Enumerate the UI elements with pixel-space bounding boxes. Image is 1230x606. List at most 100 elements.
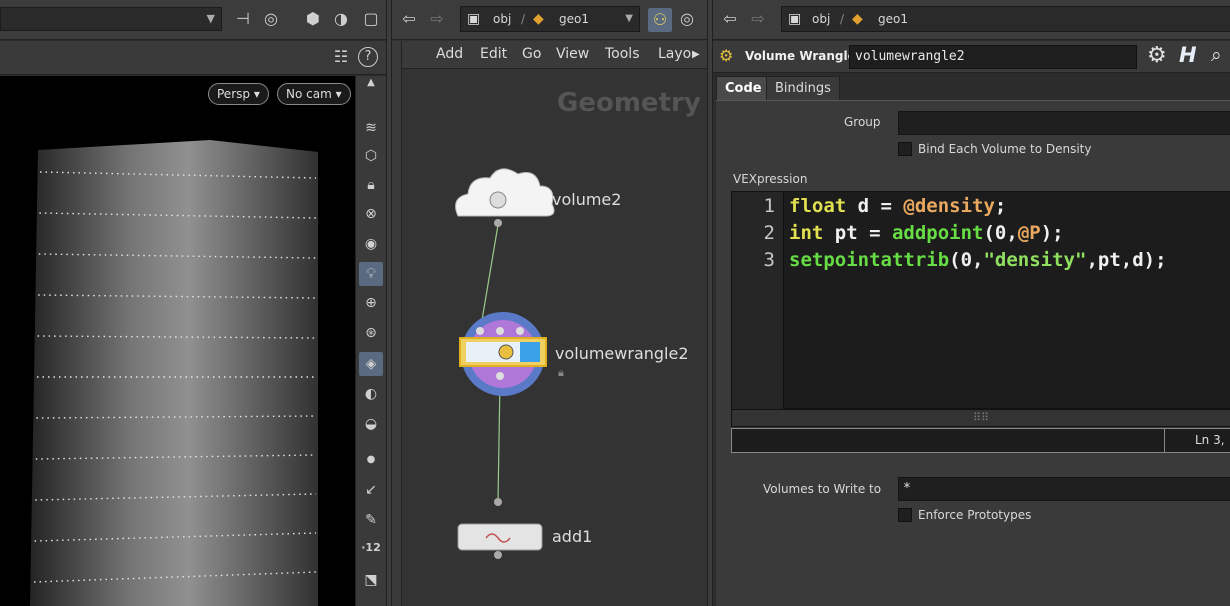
- template-icon[interactable]: ⬡: [359, 144, 383, 168]
- code-token: (0,: [949, 249, 984, 271]
- forward-arrow-icon[interactable]: ⇨: [747, 9, 769, 31]
- line-number: 3: [763, 249, 775, 271]
- search-icon[interactable]: ⌕: [1211, 44, 1222, 66]
- layers-icon[interactable]: ≋: [359, 116, 383, 140]
- node-label-volume2[interactable]: volume2: [552, 190, 621, 209]
- code-token: ,pt,d);: [1086, 249, 1167, 271]
- shade-icon[interactable]: ◉: [359, 232, 383, 256]
- camera-view-button[interactable]: Persp ▾: [208, 83, 269, 105]
- menu-tools[interactable]: Tools: [605, 46, 640, 62]
- node-label-add1[interactable]: add1: [552, 527, 592, 546]
- tab-code[interactable]: Code: [716, 76, 771, 100]
- code-line[interactable]: setpointattrib(0,"density",pt,d);: [789, 249, 1167, 271]
- parameter-body: Group Bind Each Volume to Density VEXpre…: [716, 100, 1230, 606]
- group-label: Group: [844, 115, 881, 129]
- menu-overflow-icon[interactable]: ▶: [692, 49, 700, 60]
- target-icon[interactable]: ◎: [676, 9, 698, 31]
- crumb-obj[interactable]: obj: [493, 7, 511, 31]
- group-input[interactable]: [898, 111, 1230, 135]
- code-line[interactable]: int pt = addpoint(0,@P);: [789, 222, 1064, 244]
- network-menubar: Add Edit Go View Tools Layo ▶: [392, 41, 707, 69]
- parameter-editor-pane: ⇦ ⇨ ▣ obj / ◆ geo1 ⚙ Volume Wrangle volu…: [713, 0, 1230, 606]
- menu-go[interactable]: Go: [522, 46, 541, 62]
- node-label-volumewrangle2[interactable]: volumewrangle2: [555, 344, 689, 363]
- crumb-obj[interactable]: obj: [812, 7, 830, 31]
- network-editor-pane: ⇦ ⇨ ▣ obj / ◆ geo1 ▼ ⚇ ◎ Add Edit Go Vie…: [392, 0, 707, 606]
- menu-view[interactable]: View: [556, 46, 589, 62]
- help-h-icon[interactable]: H: [1179, 43, 1197, 67]
- viewport-selector[interactable]: ▼: [0, 7, 222, 31]
- object-context-icon: ▣: [788, 11, 802, 27]
- node-type-label: Volume Wrangle: [745, 49, 856, 63]
- back-arrow-icon[interactable]: ⇦: [398, 9, 420, 31]
- network-path-breadcrumb[interactable]: ▣ obj / ◆ geo1 ▼: [460, 6, 640, 32]
- editor-status-bar: Ln 3,: [731, 428, 1230, 453]
- code-token: "density": [983, 249, 1087, 271]
- cube-icon[interactable]: ⬢: [302, 9, 324, 31]
- display-options-icon[interactable]: ▢: [360, 9, 382, 31]
- chevron-down-icon: ▼: [206, 12, 215, 25]
- volumes-write-label: Volumes to Write to: [763, 482, 882, 496]
- volumes-write-input[interactable]: *: [898, 477, 1230, 501]
- snap-icon[interactable]: ⚇: [648, 8, 672, 32]
- light-bulb-icon[interactable]: 💡︎: [359, 262, 383, 286]
- point-icon[interactable]: ●: [359, 448, 383, 472]
- node-add1[interactable]: [457, 498, 543, 559]
- code-token: @density: [903, 195, 995, 217]
- chevron-down-icon[interactable]: ▼: [625, 7, 633, 31]
- viewport-canvas[interactable]: Persp ▾ No cam ▾: [0, 76, 355, 606]
- menu-edit[interactable]: Edit: [480, 46, 507, 62]
- wrangle-node-icon: ⚙: [719, 46, 734, 65]
- gear-icon[interactable]: ⚙: [1147, 43, 1167, 68]
- node-volumewrangle2[interactable]: [459, 312, 547, 396]
- volume-render: [30, 140, 318, 606]
- brush-icon[interactable]: ↙: [359, 478, 383, 502]
- viewport-display-toolbar: ▲ ≋ ⬡ 🔒︎ ⊗ ◉ 💡︎ ⊕ ⊛ ◈ ◐ ◒ ● ↙ ✎ ·12 ⬔: [355, 76, 386, 606]
- wire-volumewrangle2-add1: [497, 377, 501, 503]
- bind-density-checkbox[interactable]: [898, 142, 912, 156]
- enforce-prototypes-checkbox[interactable]: [898, 508, 912, 522]
- parameter-path-breadcrumb[interactable]: ▣ obj / ◆ geo1: [781, 6, 1230, 32]
- light-link-icon[interactable]: ⊛: [359, 321, 383, 345]
- viewport-toolbar: ▼ ⊣ ◎ ⬢ ◑ ▢: [0, 0, 386, 40]
- pen-icon[interactable]: ✎: [359, 508, 383, 532]
- lock-icon[interactable]: 🔒︎: [359, 173, 383, 197]
- camera-select-button[interactable]: No cam ▾: [277, 83, 351, 105]
- code-token: @P: [1017, 222, 1041, 244]
- eye-play-icon[interactable]: ◒: [359, 412, 383, 436]
- vexpression-label: VEXpression: [733, 172, 808, 186]
- tab-bindings[interactable]: Bindings: [766, 76, 840, 100]
- shadow-icon[interactable]: ◈: [359, 352, 383, 376]
- menu-add[interactable]: Add: [436, 46, 463, 62]
- pin-icon[interactable]: ⊣: [232, 9, 254, 31]
- number-display-icon[interactable]: ·12: [359, 536, 383, 560]
- network-canvas[interactable]: Geometry volume2 volumewrangle2 🔒︎ add1: [402, 70, 707, 606]
- code-line[interactable]: float d = @density;: [789, 195, 1006, 217]
- eraser-icon[interactable]: ⬔: [359, 568, 383, 592]
- help-icon[interactable]: ?: [358, 47, 378, 67]
- light-add-icon[interactable]: ⊕: [359, 291, 383, 315]
- target-icon[interactable]: ◎: [260, 9, 282, 31]
- code-token: d =: [846, 195, 904, 217]
- camera-select-label: No cam: [286, 87, 332, 101]
- crumb-geo1[interactable]: geo1: [559, 7, 589, 31]
- vex-code-editor[interactable]: 1 2 3 float d = @density; int pt = addpo…: [731, 191, 1230, 410]
- line-number: 2: [763, 222, 775, 244]
- node-volume2[interactable]: [455, 168, 555, 227]
- crumb-separator: /: [840, 12, 845, 26]
- code-token: int: [789, 222, 824, 244]
- scroll-up-icon[interactable]: ▲: [359, 78, 383, 88]
- eye-icon[interactable]: ◐: [359, 382, 383, 406]
- menu-layout[interactable]: Layo: [658, 46, 691, 62]
- crumb-geo1[interactable]: geo1: [878, 7, 908, 31]
- forward-arrow-icon[interactable]: ⇨: [426, 9, 448, 31]
- node-name-input[interactable]: volumewrangle2: [849, 45, 1137, 69]
- line-number-gutter: 1 2 3: [732, 192, 784, 410]
- back-arrow-icon[interactable]: ⇦: [719, 9, 741, 31]
- hide-icon[interactable]: ⊗: [359, 202, 383, 226]
- flipbook-icon[interactable]: ☷: [330, 47, 352, 69]
- shading-icon[interactable]: ◑: [330, 9, 352, 31]
- editor-resize-handle[interactable]: ⠿⠿: [731, 409, 1230, 427]
- object-context-icon: ▣: [467, 11, 481, 27]
- network-left-strip: [392, 41, 402, 606]
